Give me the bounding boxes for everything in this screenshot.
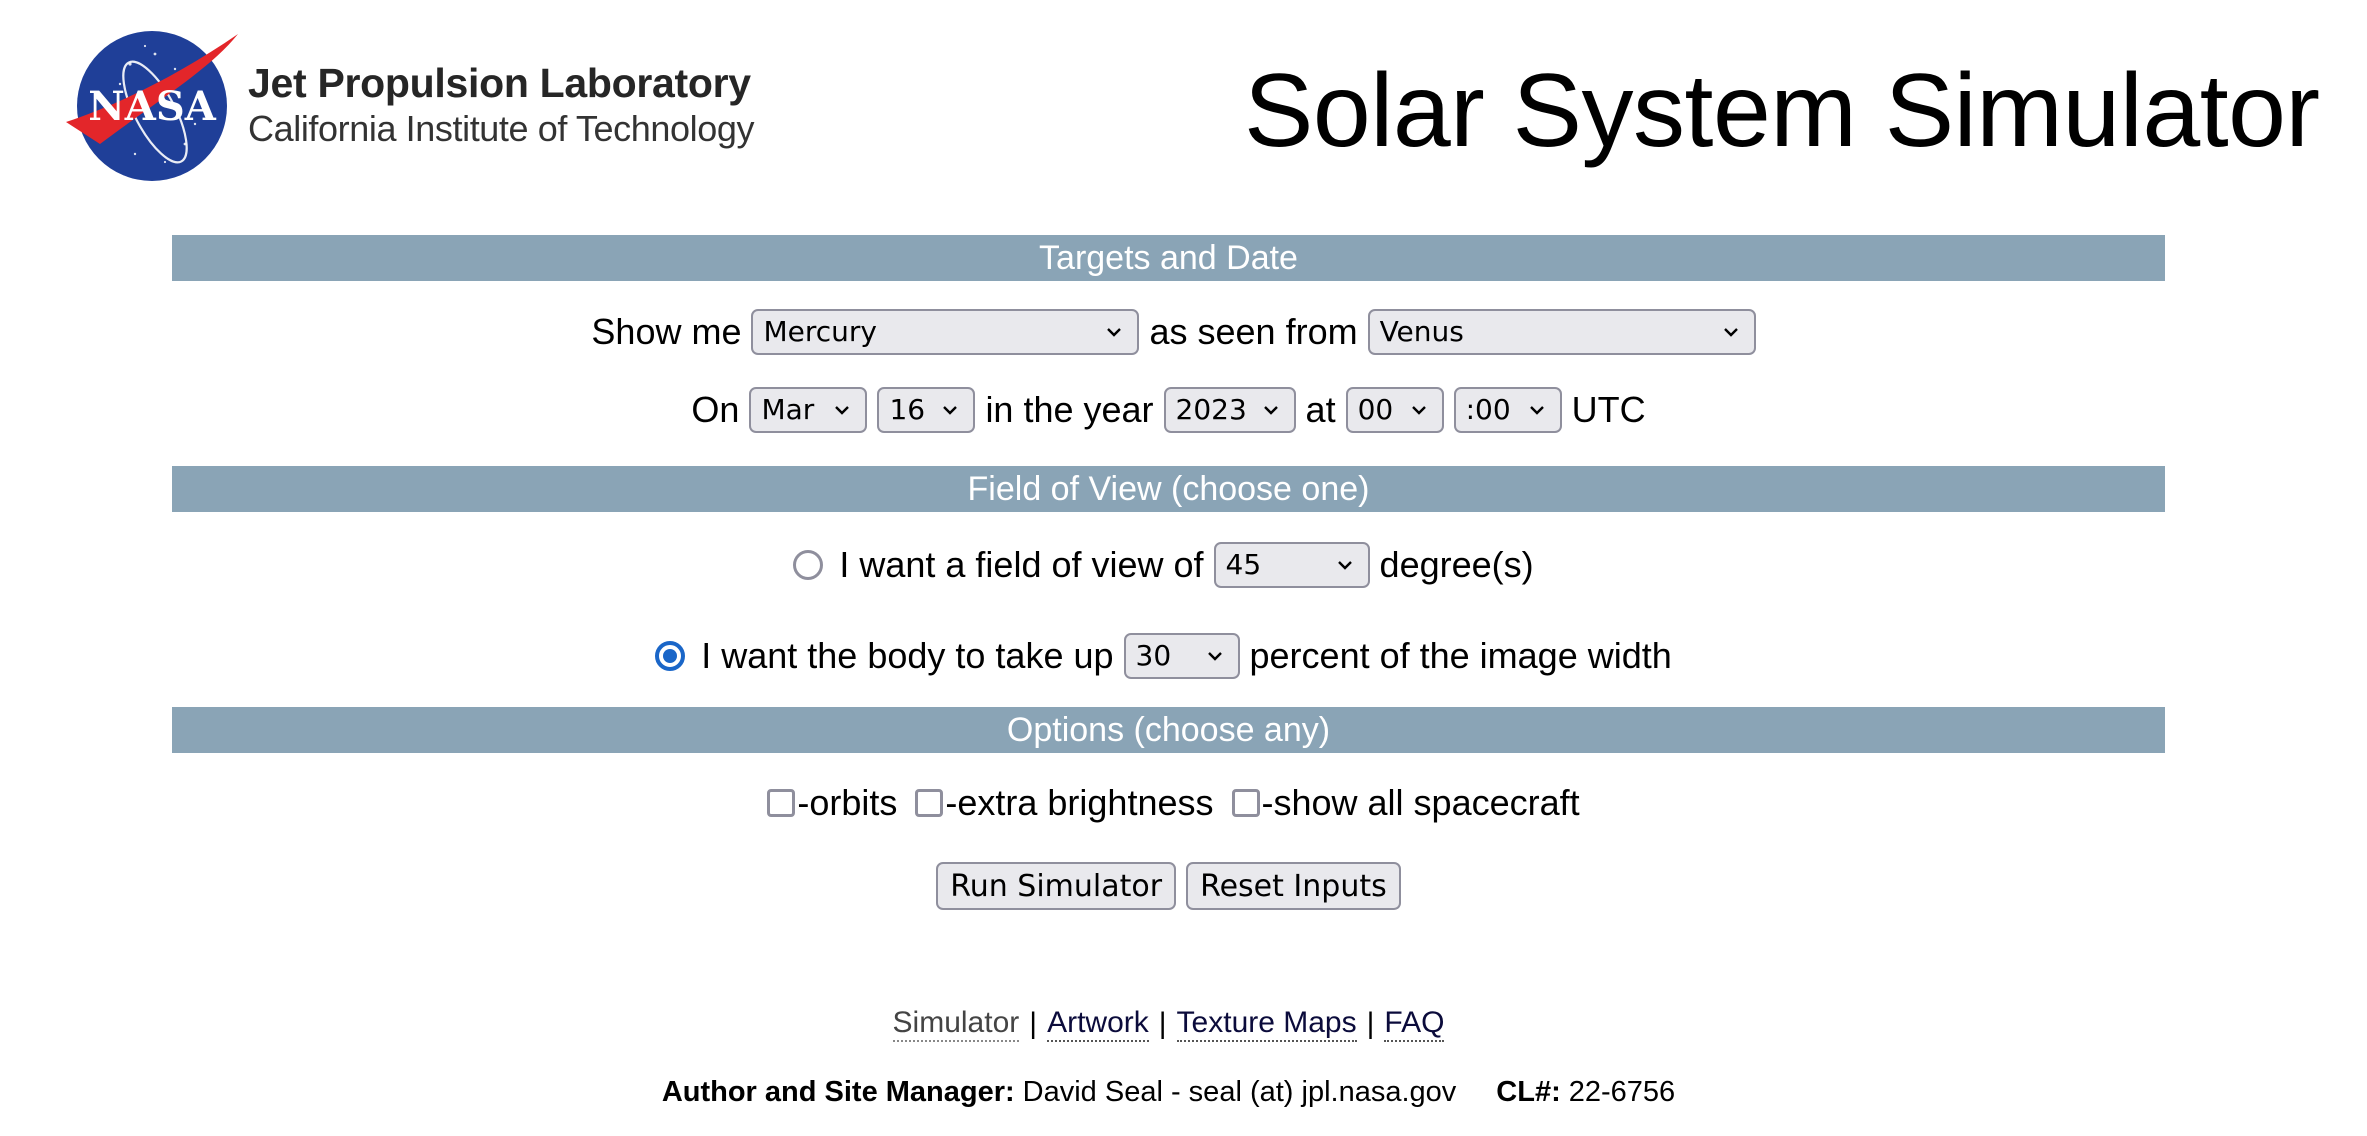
observer-select[interactable]: Venus [1367,308,1756,355]
hour-select-value: 00 [1357,393,1394,426]
month-select-value: Mar [761,393,815,426]
orbits-label: -orbits [797,782,898,823]
extra-brightness-label: -extra brightness [945,782,1214,823]
separator: | [1366,1007,1375,1040]
fov-option-percent: I want the body to take up 30 percent of… [172,632,2165,679]
footer-link-faq[interactable]: FAQ [1384,1006,1445,1042]
year-label: in the year [985,388,1154,430]
hour-select[interactable]: 00 [1345,386,1444,433]
minute-select[interactable]: :00 [1453,386,1562,433]
chevron-down-icon [1720,321,1742,343]
year-select[interactable]: 2023 [1163,386,1296,433]
show-me-label: Show me [591,310,742,352]
chevron-down-icon [1526,399,1548,421]
fov-percent-select[interactable]: 30 [1123,632,1240,679]
chevron-down-icon [939,399,961,421]
nasa-meatball-icon: NASA [66,31,238,181]
fov-degrees-suffix: degree(s) [1379,543,1534,585]
separator: | [1029,1007,1038,1040]
section-header-targets: Targets and Date [172,235,2165,281]
chevron-down-icon [1334,554,1356,576]
fov-degrees-select[interactable]: 45 [1213,541,1370,588]
chevron-down-icon [1103,321,1125,343]
jpl-logo[interactable]: NASA Jet Propulsion Laboratory Californi… [60,24,780,184]
target-select-value: Mercury [763,315,877,348]
fov-percent-label: I want the body to take up [701,634,1114,676]
minute-select-value: :00 [1465,393,1511,426]
observer-select-value: Venus [1379,315,1464,348]
author-label: Author and Site Manager: [661,1075,1015,1108]
fov-percent-select-value: 30 [1135,639,1172,672]
year-select-value: 2023 [1175,393,1247,426]
reset-inputs-button[interactable]: Reset Inputs [1186,862,1401,910]
orbits-checkbox[interactable] [767,789,796,817]
date-row: On Mar 16 in the year 2023 at 00 :00 UTC [172,386,2165,433]
month-select[interactable]: Mar [749,386,868,433]
footer-link-texture-maps[interactable]: Texture Maps [1176,1006,1357,1042]
options-row: -orbits -extra brightness -show all spac… [172,780,2165,826]
chevron-down-icon [1204,645,1226,667]
section-header-fov: Field of View (choose one) [172,466,2165,512]
caltech-name: California Institute of Technology [248,108,755,149]
seen-from-label: as seen from [1149,310,1358,352]
utc-label: UTC [1571,388,1646,430]
run-simulator-button[interactable]: Run Simulator [936,862,1177,910]
chevron-down-icon [831,399,853,421]
chevron-down-icon [1408,399,1430,421]
author-line: Author and Site Manager: David Seal - se… [172,1072,2165,1112]
footer-link-artwork[interactable]: Artwork [1047,1006,1149,1042]
author-value: David Seal - seal (at) jpl.nasa.gov [1022,1075,1457,1108]
footer-link-simulator[interactable]: Simulator [892,1006,1020,1042]
chevron-down-icon [1260,399,1282,421]
cl-value: 22-6756 [1568,1075,1676,1108]
target-select[interactable]: Mercury [751,308,1140,355]
footer-nav: Simulator | Artwork | Texture Maps | FAQ [172,1004,2165,1044]
page-title: Solar System Simulator [1244,53,2320,169]
show-all-spacecraft-checkbox[interactable] [1231,789,1260,817]
section-header-options: Options (choose any) [172,707,2165,753]
day-select[interactable]: 16 [877,386,976,433]
fov-percent-suffix: percent of the image width [1249,634,1672,676]
separator: | [1158,1007,1167,1040]
on-label: On [691,388,740,430]
show-all-spacecraft-label: -show all spacecraft [1261,782,1580,823]
fov-degrees-label: I want a field of view of [839,543,1204,585]
extra-brightness-checkbox[interactable] [915,789,944,817]
action-buttons: Run Simulator Reset Inputs [172,862,2165,910]
fov-degrees-select-value: 45 [1225,548,1262,581]
at-label: at [1305,388,1336,430]
targets-row: Show me Mercury as seen from Venus [172,308,2165,355]
cl-label: CL#: [1496,1075,1561,1108]
jpl-name: Jet Propulsion Laboratory [248,60,751,106]
fov-degrees-radio[interactable] [793,549,824,580]
nasa-text: NASA [88,83,216,130]
fov-option-degrees: I want a field of view of 45 degree(s) [172,541,2165,588]
day-select-value: 16 [889,393,926,426]
fov-percent-radio[interactable] [655,640,686,671]
